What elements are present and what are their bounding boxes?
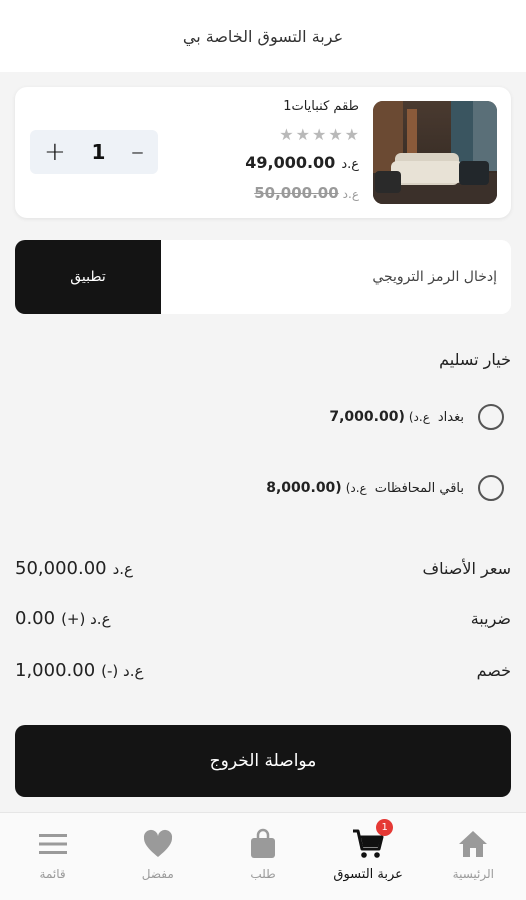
app-header: عربة التسوق الخاصة بي: [0, 0, 526, 72]
cart-count-badge: 1: [376, 819, 394, 836]
subtotal-amount: 50,000.00 ع.د: [15, 558, 133, 579]
product-name[interactable]: طقم كنبايات1: [283, 99, 359, 114]
quantity-value: 1: [91, 140, 106, 164]
delivery-option-name: بغداد: [437, 409, 464, 425]
delivery-price-value: 8,000.00): [266, 480, 342, 496]
apply-promo-button[interactable]: تطبيق: [15, 240, 161, 314]
delivery-option-label: باقي المحافظات (ع.د 8,000.00): [266, 480, 464, 496]
delivery-options-title: خيار تسليم: [439, 350, 511, 369]
radio-button[interactable]: [478, 404, 504, 430]
discount-row: 1,000.00 (-) ع.د خصم: [15, 658, 511, 682]
old-price: ع.د 50,000.00: [254, 184, 359, 202]
tax-label: ضريبة: [470, 608, 511, 628]
decrease-quantity-button[interactable]: –: [131, 139, 144, 165]
star-icon: ★: [311, 125, 327, 144]
product-image[interactable]: [373, 101, 497, 204]
delivery-option-provinces[interactable]: باقي المحافظات (ع.د 8,000.00): [266, 475, 504, 501]
nav-label-home: الرئيسية: [452, 867, 495, 881]
increase-quantity-button[interactable]: +: [44, 139, 66, 165]
delivery-option-price: (ع.د 7,000.00): [329, 409, 430, 425]
star-icon: ★: [344, 125, 359, 144]
discount-label: خصم: [476, 660, 511, 680]
tax-value: 0.00: [15, 607, 56, 629]
tax-currency: (+) ع.د: [61, 609, 111, 628]
promo-code-box: تطبيق: [15, 240, 511, 314]
heart-icon: [142, 827, 174, 861]
nav-item-cart[interactable]: 1 عربة التسوق: [318, 813, 418, 900]
nav-label-menu: قائمة: [39, 867, 66, 881]
subtotal-value: 50,000.00: [15, 557, 107, 579]
delivery-option-price: (ع.د 8,000.00): [266, 480, 367, 496]
bottom-navigation: الرئيسية 1 عربة التسوق طلب مفضل قائمة: [0, 812, 526, 900]
cart-item-card: طقم كنبايات1 ★ ★ ★ ★ ★ ع.د 49,000.00 ع.د…: [15, 87, 511, 218]
promo-code-input[interactable]: [161, 240, 511, 314]
delivery-price-currency: (ع.د: [408, 410, 430, 424]
star-icon: ★: [295, 125, 310, 144]
delivery-price-value: 7,000.00): [329, 409, 405, 425]
discount-value: 1,000.00: [15, 659, 96, 681]
subtotal-row: 50,000.00 ع.د سعر الأصناف: [15, 556, 511, 580]
checkout-button[interactable]: مواصلة الخروج: [15, 725, 511, 797]
nav-item-menu[interactable]: قائمة: [3, 813, 103, 900]
delivery-option-name: باقي المحافظات: [374, 480, 464, 496]
menu-icon: [37, 827, 69, 861]
page-title: عربة التسوق الخاصة بي: [182, 26, 344, 46]
nav-label-cart: عربة التسوق: [333, 867, 403, 882]
nav-item-favorites[interactable]: مفضل: [108, 813, 208, 900]
radio-button[interactable]: [478, 475, 504, 501]
rating-stars: ★ ★ ★ ★ ★: [279, 127, 359, 143]
delivery-price-currency: (ع.د: [345, 481, 367, 495]
nav-item-home[interactable]: الرئيسية: [423, 813, 523, 900]
star-icon: ★: [279, 125, 294, 144]
discount-amount: 1,000.00 (-) ع.د: [15, 660, 143, 681]
old-price-currency: ع.د: [342, 187, 359, 201]
discount-currency: (-) ع.د: [101, 661, 144, 680]
price-currency: ع.د: [341, 157, 359, 172]
tax-amount: 0.00 (+) ع.د: [15, 608, 111, 629]
tax-row: 0.00 (+) ع.د ضريبة: [15, 606, 511, 630]
delivery-option-label: بغداد (ع.د 7,000.00): [329, 409, 464, 425]
bag-icon: [249, 827, 277, 861]
nav-label-orders: طلب: [250, 867, 276, 881]
home-icon: [457, 827, 489, 861]
delivery-option-baghdad[interactable]: بغداد (ع.د 7,000.00): [329, 404, 504, 430]
nav-label-favorites: مفضل: [141, 867, 174, 881]
subtotal-label: سعر الأصناف: [422, 558, 511, 578]
quantity-stepper: + 1 –: [30, 130, 158, 174]
product-price: ع.د 49,000.00: [245, 153, 359, 172]
price-value: 49,000.00: [245, 153, 336, 172]
star-icon: ★: [328, 125, 343, 144]
subtotal-currency: ع.د: [112, 559, 134, 578]
nav-item-orders[interactable]: طلب: [213, 813, 313, 900]
old-price-value: 50,000.00: [254, 184, 339, 202]
